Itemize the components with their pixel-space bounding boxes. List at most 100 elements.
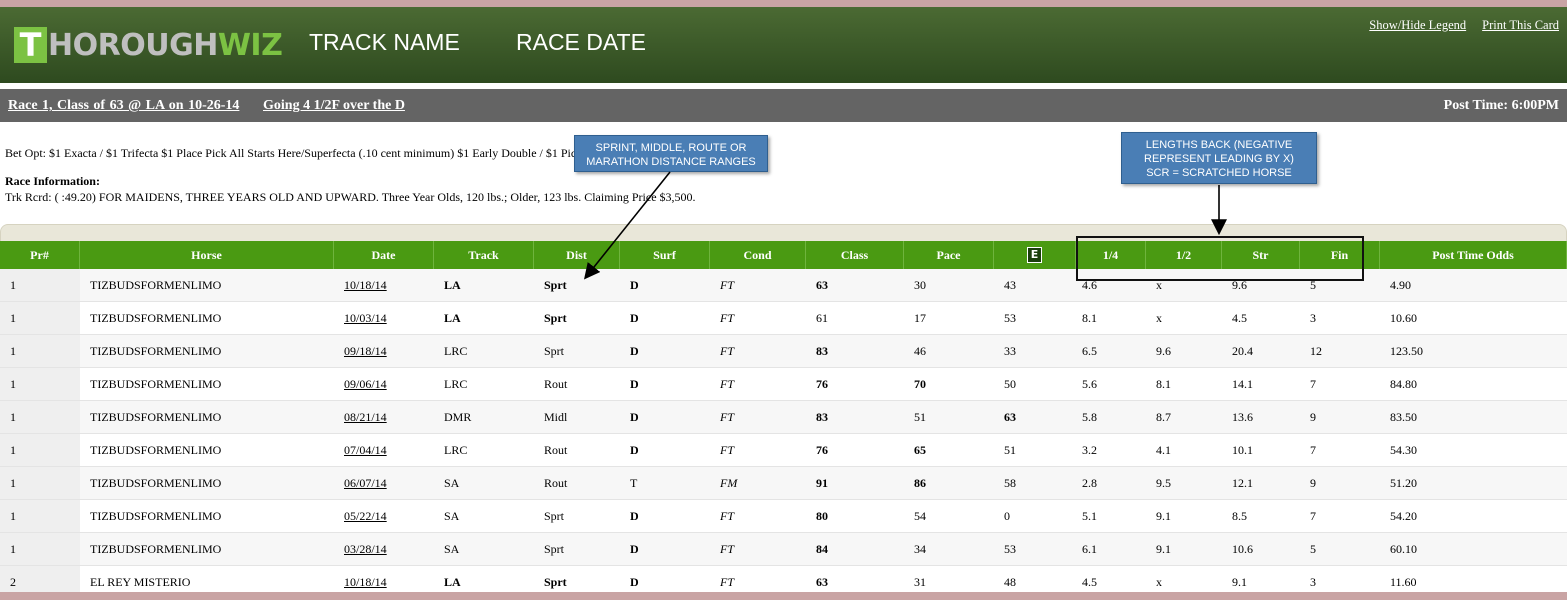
cell-half: 9.1	[1156, 541, 1171, 556]
cell-pr: 1	[0, 269, 80, 301]
cell-surf: T	[630, 475, 638, 490]
cell-date[interactable]: 08/21/14	[334, 401, 434, 433]
cell-track: SA	[444, 475, 460, 490]
cell-pr: 1	[0, 335, 80, 367]
cell-cond: FT	[720, 343, 735, 358]
cell-odds: 51.20	[1390, 475, 1417, 490]
race-information-label: Race Information:	[5, 174, 100, 188]
cell-e: 33	[1004, 343, 1016, 358]
cell-date[interactable]: 09/18/14	[334, 335, 434, 367]
race-going-link[interactable]: Going 4 1/2F over the D	[263, 98, 405, 114]
cell-surf: D	[630, 442, 639, 457]
cell-half: 9.6	[1156, 343, 1171, 358]
header-track[interactable]: Track	[434, 241, 534, 269]
cell-odds: 123.50	[1390, 343, 1423, 358]
cell-pr: 1	[0, 302, 80, 334]
header-horse[interactable]: Horse	[80, 241, 334, 269]
track-name-title: TRACK NAME	[309, 29, 460, 55]
post-time: Post Time: 6:00PM	[1443, 98, 1559, 113]
header-dist[interactable]: Dist	[534, 241, 620, 269]
table-row: 1 TIZBUDSFORMENLIMO 08/21/14 DMR Midl D FT 83 51…	[0, 401, 1567, 434]
cell-date[interactable]: 10/03/14	[334, 302, 434, 334]
thoroughwiz-logo[interactable]: T HOROUGH WIZ	[14, 26, 283, 64]
header-links: Show/Hide Legend Print This Card	[1369, 18, 1559, 33]
cell-dist: Rout	[544, 442, 568, 457]
cell-odds: 54.20	[1390, 508, 1417, 523]
cell-finish: 9	[1310, 475, 1316, 490]
cell-date[interactable]: 05/22/14	[334, 500, 434, 532]
cell-e: 53	[1004, 541, 1016, 556]
cell-pr: 1	[0, 434, 80, 466]
cell-pace: 70	[914, 376, 926, 391]
cell-class: 83	[816, 409, 828, 424]
cell-cond: FT	[720, 409, 735, 424]
cell-date[interactable]: 03/28/14	[334, 533, 434, 565]
print-card-link[interactable]: Print This Card	[1482, 18, 1559, 33]
cell-finish: 7	[1310, 442, 1316, 457]
table-row: 1 TIZBUDSFORMENLIMO 07/04/14 LRC Rout D FT 76 65…	[0, 434, 1567, 467]
cell-horse: TIZBUDSFORMENLIMO	[90, 277, 222, 292]
cell-dist: Rout	[544, 475, 568, 490]
top-border-strip	[0, 0, 1567, 7]
cell-track: SA	[444, 541, 460, 556]
logo-letter-t: T	[14, 27, 47, 63]
cell-e: 43	[1004, 277, 1016, 292]
cell-half: 8.7	[1156, 409, 1171, 424]
cell-track: LA	[444, 310, 461, 325]
cell-finish: 5	[1310, 541, 1316, 556]
cell-pace: 54	[914, 508, 926, 523]
header-surf[interactable]: Surf	[620, 241, 710, 269]
cell-e: 63	[1004, 409, 1016, 424]
cell-horse: TIZBUDSFORMENLIMO	[90, 475, 222, 490]
cell-odds: 54.30	[1390, 442, 1417, 457]
cell-stretch: 20.4	[1232, 343, 1253, 358]
bottom-border-strip	[0, 592, 1567, 600]
cell-cond: FT	[720, 442, 735, 457]
cell-e: 53	[1004, 310, 1016, 325]
cell-pr: 1	[0, 467, 80, 499]
table-row: 1 TIZBUDSFORMENLIMO 03/28/14 SA Sprt D FT 84 34 5…	[0, 533, 1567, 566]
race-title-link[interactable]: Race 1, Class of 63 @ LA on 10-26-14	[8, 98, 239, 114]
cell-horse: TIZBUDSFORMENLIMO	[90, 409, 222, 424]
cell-dist: Rout	[544, 376, 568, 391]
cell-quarter: 2.8	[1082, 475, 1097, 490]
header-date[interactable]: Date	[334, 241, 434, 269]
cell-horse: TIZBUDSFORMENLIMO	[90, 376, 222, 391]
cell-e: 50	[1004, 376, 1016, 391]
cell-date[interactable]: 06/07/14	[334, 467, 434, 499]
cell-stretch: 8.5	[1232, 508, 1247, 523]
header-pace[interactable]: Pace	[904, 241, 994, 269]
cell-odds: 83.50	[1390, 409, 1417, 424]
cell-track: LRC	[444, 343, 468, 358]
app-header: T HOROUGH WIZ TRACK NAME RACE DATE Show/…	[0, 7, 1567, 83]
header-class[interactable]: Class	[806, 241, 904, 269]
cell-track: LRC	[444, 442, 468, 457]
callout-line: SPRINT, MIDDLE, ROUTE OR MARATHON DISTAN…	[586, 142, 756, 168]
cell-surf: D	[630, 310, 639, 325]
distance-range-callout: SPRINT, MIDDLE, ROUTE OR MARATHON DISTAN…	[574, 135, 768, 172]
header-post-time-odds[interactable]: Post Time Odds	[1380, 241, 1567, 269]
cell-e: 51	[1004, 442, 1016, 457]
cell-dist: Sprt	[544, 310, 567, 325]
cell-e: 0	[1004, 508, 1010, 523]
cell-class: 83	[816, 343, 828, 358]
cell-finish: 7	[1310, 376, 1316, 391]
cell-date[interactable]: 09/06/14	[334, 368, 434, 400]
cell-half: 9.5	[1156, 475, 1171, 490]
cell-dist: Sprt	[544, 343, 565, 358]
show-hide-legend-link[interactable]: Show/Hide Legend	[1369, 18, 1466, 33]
cell-cond: FT	[720, 277, 735, 292]
header-cond[interactable]: Cond	[710, 241, 806, 269]
header-e[interactable]: E	[994, 241, 1076, 269]
cell-quarter: 6.5	[1082, 343, 1097, 358]
cell-surf: D	[630, 541, 639, 556]
cell-date[interactable]: 10/18/14	[334, 269, 434, 301]
cell-pace: 30	[914, 277, 926, 292]
cell-finish: 3	[1310, 310, 1316, 325]
cell-quarter: 5.6	[1082, 376, 1097, 391]
cell-half: 9.1	[1156, 508, 1171, 523]
cell-date[interactable]: 07/04/14	[334, 434, 434, 466]
cell-dist: Sprt	[544, 541, 565, 556]
cell-class: 84	[816, 541, 828, 556]
header-pr[interactable]: Pr#	[0, 241, 80, 269]
